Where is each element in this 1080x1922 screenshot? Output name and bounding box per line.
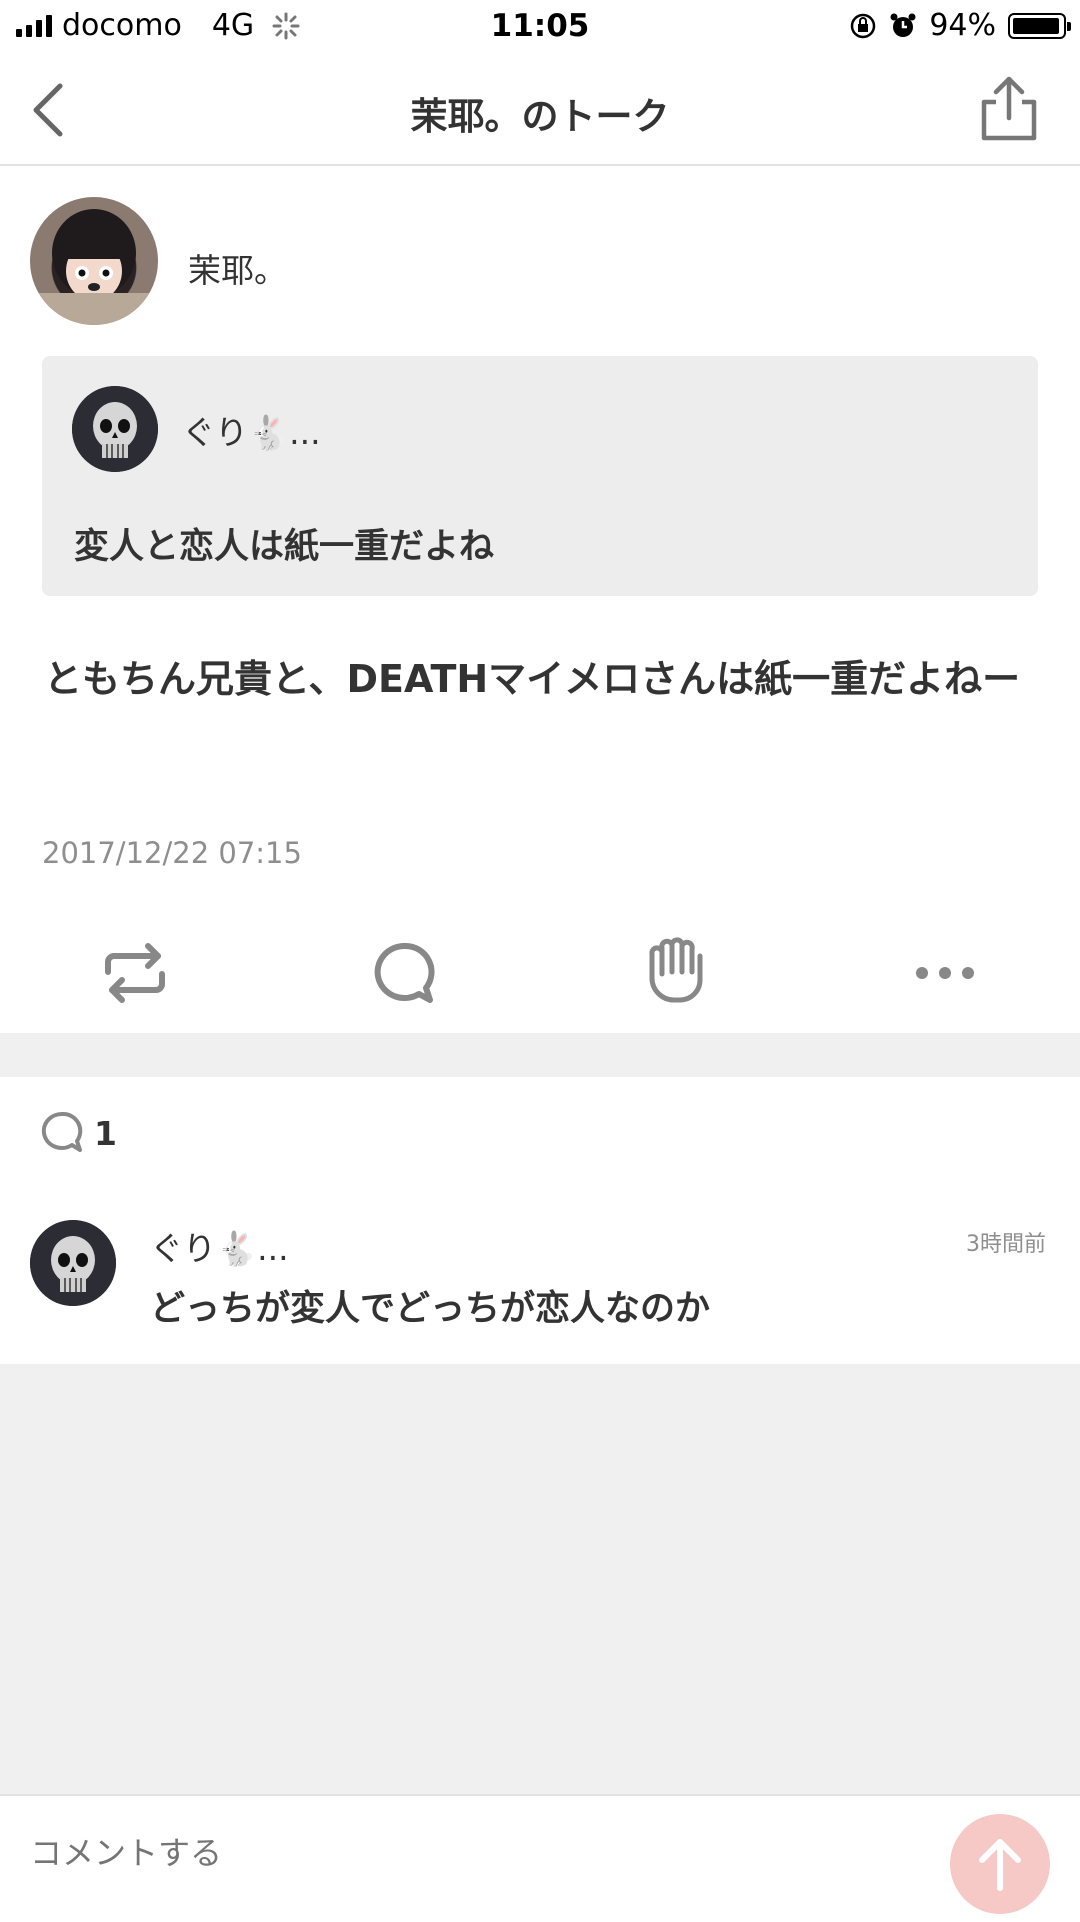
skull-avatar-image bbox=[30, 1220, 116, 1306]
comment-composer bbox=[0, 1794, 1080, 1922]
action-bar bbox=[0, 928, 1080, 1028]
post-text: ともちん兄貴と、DEATHマイメロさんは紙一重だよねー bbox=[44, 657, 1021, 701]
quote-author-avatar[interactable] bbox=[72, 386, 158, 472]
page-title: 茉耶。のトーク bbox=[410, 95, 670, 138]
quote-text: 変人と恋人は紙一重だよね bbox=[74, 527, 495, 567]
comment-time: 3時間前 bbox=[966, 1232, 1046, 1257]
status-right: 94% bbox=[849, 8, 1071, 43]
section-divider bbox=[0, 1033, 1080, 1077]
comment-text: どっちが変人でどっちが恋人なのか bbox=[150, 1289, 711, 1329]
comment-count: 1 bbox=[94, 1113, 117, 1153]
comment-icon[interactable] bbox=[360, 928, 450, 1018]
repost-icon[interactable] bbox=[90, 928, 180, 1018]
battery-percent: 94% bbox=[929, 8, 996, 43]
send-button[interactable] bbox=[950, 1814, 1050, 1914]
battery-icon bbox=[1008, 12, 1071, 39]
share-icon[interactable] bbox=[974, 74, 1044, 144]
rotation-lock-icon bbox=[851, 13, 876, 38]
comment-count-row: 1 bbox=[40, 1110, 117, 1156]
more-icon[interactable] bbox=[900, 928, 990, 1018]
author-avatar[interactable] bbox=[30, 197, 158, 325]
skull-avatar-image bbox=[72, 386, 158, 472]
comment-author-avatar[interactable] bbox=[30, 1220, 116, 1306]
clap-icon[interactable] bbox=[630, 928, 720, 1018]
author-name[interactable]: 茉耶。 bbox=[188, 244, 287, 292]
comment-count-icon bbox=[41, 1111, 83, 1152]
author-avatar-image bbox=[30, 209, 158, 325]
empty-area bbox=[0, 1364, 1080, 1794]
comment-author-name[interactable]: ぐり🐇... bbox=[150, 1222, 289, 1270]
quote-author-name[interactable]: ぐり🐇... bbox=[182, 406, 321, 454]
status-bar: docomo 4G 11:05 94% bbox=[0, 0, 1080, 56]
post-date: 2017/12/22 07:15 bbox=[42, 836, 302, 870]
nav-bar: 茉耶。のトーク bbox=[0, 56, 1080, 166]
quoted-post[interactable]: ぐり🐇... 変人と恋人は紙一重だよね bbox=[42, 356, 1038, 596]
alarm-icon bbox=[890, 13, 916, 37]
arrow-up-icon bbox=[979, 1839, 1021, 1891]
comment-input[interactable] bbox=[30, 1834, 910, 1872]
